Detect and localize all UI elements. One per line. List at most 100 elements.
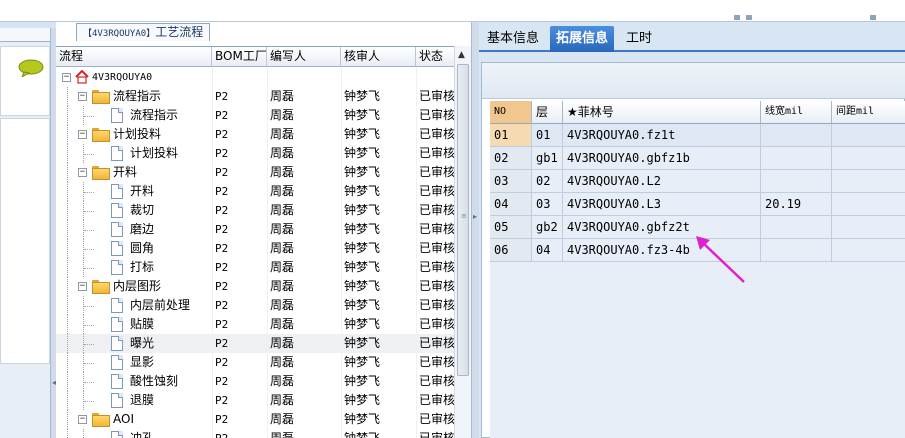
tree-row[interactable]: 显影 P2 周磊 钟梦飞 已审核 xyxy=(56,353,456,372)
scroll-up-icon[interactable]: ▲ xyxy=(458,50,465,60)
film-cell-film[interactable]: 4V3RQOUYA0.gbfz1b xyxy=(563,147,761,170)
film-cell-width[interactable] xyxy=(761,147,832,170)
film-cell-layer[interactable]: gb1 xyxy=(532,147,563,170)
collapse-icon[interactable]: − xyxy=(78,168,87,177)
film-row[interactable]: 03 02 4V3RQOUYA0.L2 xyxy=(490,170,905,193)
film-cell-no[interactable]: 03 xyxy=(490,170,532,193)
tree-row[interactable]: − 流程指示 P2 周磊 钟梦飞 已审核 xyxy=(56,87,456,106)
film-cell-no[interactable]: 04 xyxy=(490,193,532,216)
film-cell-layer[interactable]: 03 xyxy=(532,193,563,216)
collapse-icon[interactable]: − xyxy=(62,73,71,82)
collapse-icon[interactable]: − xyxy=(78,130,87,139)
tree-row[interactable]: 贴膜 P2 周磊 钟梦飞 已审核 xyxy=(56,315,456,334)
speech-bubble-icon[interactable] xyxy=(18,59,44,77)
film-cell-no[interactable]: 05 xyxy=(490,216,532,239)
tree-node-label: 裁切 xyxy=(130,203,155,217)
tree-column-header[interactable]: BOM工厂 xyxy=(212,47,267,67)
film-row[interactable]: 01 01 4V3RQOUYA0.fz1t xyxy=(490,124,905,147)
tree-cell-status: 已审核 xyxy=(419,412,456,426)
tree-row[interactable]: 圆角 P2 周磊 钟梦飞 已审核 xyxy=(56,239,456,258)
film-column-header[interactable]: 层 xyxy=(532,101,563,124)
film-cell-spacing[interactable] xyxy=(832,193,905,216)
film-row[interactable]: 05 gb2 4V3RQOUYA0.gbfz2t xyxy=(490,216,905,239)
film-column-header[interactable]: NO xyxy=(490,101,532,124)
film-cell-spacing[interactable] xyxy=(832,216,905,239)
tree-connector xyxy=(67,125,68,144)
tree-cell-status: 已审核 xyxy=(419,260,456,274)
film-cell-width[interactable] xyxy=(761,239,832,262)
tree-row[interactable]: − 内层图形 P2 周磊 钟梦飞 已审核 xyxy=(56,277,456,296)
tree-row[interactable]: 冲孔 P2周磊 钟梦飞 已审核 xyxy=(56,429,456,438)
tree-node-label: 圆角 xyxy=(130,241,155,255)
tree-column-header[interactable]: 编写人 xyxy=(267,47,341,67)
film-cell-film[interactable]: 4V3RQOUYA0.fz1t xyxy=(563,124,761,147)
tab-extended-info[interactable]: 拓展信息 xyxy=(550,26,615,52)
film-cell-spacing[interactable] xyxy=(832,239,905,262)
film-cell-width[interactable] xyxy=(761,124,832,147)
scroll-thumb[interactable]: ≡ xyxy=(457,64,469,376)
film-row[interactable]: 02 gb1 4V3RQOUYA0.gbfz1b xyxy=(490,147,905,170)
film-cell-film[interactable]: 4V3RQOUYA0.L3 xyxy=(563,193,761,216)
film-cell-layer[interactable]: gb2 xyxy=(532,216,563,239)
tree-row[interactable]: 计划投料 P2 周磊 钟梦飞 已审核 xyxy=(56,144,456,163)
film-cell-no[interactable]: 02 xyxy=(490,147,532,170)
tree-row[interactable]: − 开料 P2 周磊 钟梦飞 已审核 xyxy=(56,163,456,182)
film-cell-spacing[interactable] xyxy=(832,124,905,147)
tab-work-hours[interactable]: 工时 xyxy=(620,26,658,52)
film-column-header[interactable]: 线宽mil xyxy=(761,101,832,124)
film-cell-width[interactable]: 20.19 xyxy=(761,193,832,216)
tree-row[interactable]: 内层前处理 P2 周磊 钟梦飞 已审核 xyxy=(56,296,456,315)
film-cell-no[interactable]: 01 xyxy=(490,124,532,147)
tree-row-selected[interactable]: 曝光 P2 周磊 钟梦飞 已审核 xyxy=(56,334,456,353)
tree-root-row[interactable]: − 4V3RQOUYA0 xyxy=(56,68,456,87)
top-toolbar-strip xyxy=(0,0,905,22)
tree-row[interactable]: 裁切 P2 周磊 钟梦飞 已审核 xyxy=(56,201,456,220)
tree-cell-factory: P2 xyxy=(215,299,229,312)
tree-connector xyxy=(84,344,94,345)
tree-row[interactable]: 打标 P2 周磊 钟梦飞 已审核 xyxy=(56,258,456,277)
splitter-grip-icon[interactable]: ▸ xyxy=(473,212,477,221)
film-cell-no[interactable]: 06 xyxy=(490,239,532,262)
tree-row[interactable]: 开料 P2 周磊 钟梦飞 已审核 xyxy=(56,182,456,201)
collapse-icon[interactable]: − xyxy=(78,282,87,291)
film-cell-film[interactable]: 4V3RQOUYA0.fz3-4b xyxy=(563,239,761,262)
film-cell-width[interactable] xyxy=(761,216,832,239)
tree-row[interactable]: − AOI P2 周磊 钟梦飞 已审核 xyxy=(56,410,456,429)
collapse-icon[interactable]: − xyxy=(78,415,87,424)
film-cell-layer[interactable]: 04 xyxy=(532,239,563,262)
film-grid: NO 层 ★菲林号 线宽mil 间距mil 01 01 4V3RQOUYA0.fz1t 02 gb… xyxy=(490,101,905,438)
tree-row[interactable]: 酸性蚀刻 P2 周磊 钟梦飞 已审核 xyxy=(56,372,456,391)
process-panel-title[interactable]: 【4V3RQOUYA0】工艺流程 xyxy=(76,23,211,41)
film-column-header[interactable]: 间距mil xyxy=(832,101,905,124)
tree-column-header[interactable]: 流程 xyxy=(56,47,212,67)
film-cell-layer[interactable]: 02 xyxy=(532,170,563,193)
tree-cell-status: 已审核 xyxy=(419,127,456,141)
tree-row[interactable]: 磨边 P2 周磊 钟梦飞 已审核 xyxy=(56,220,456,239)
tree-column-header[interactable]: 状态 xyxy=(416,47,456,67)
tree-row[interactable]: − 计划投料 P2 周磊 钟梦飞 已审核 xyxy=(56,125,456,144)
tree-row[interactable]: 流程指示 P2 周磊 钟梦飞 已审核 xyxy=(56,106,456,125)
film-cell-width[interactable] xyxy=(761,170,832,193)
tree-node-label: 开料 xyxy=(113,165,138,179)
tree-row[interactable]: 退膜 P2 周磊 钟梦飞 已审核 xyxy=(56,391,456,410)
tree-cell-status: 已审核 xyxy=(419,393,456,407)
tree-node-label: 冲孔 xyxy=(130,431,155,438)
tree-column-header[interactable]: 核审人 xyxy=(341,47,416,67)
collapse-icon[interactable]: − xyxy=(78,92,87,101)
film-row[interactable]: 04 03 4V3RQOUYA0.L3 20.19 xyxy=(490,193,905,216)
detail-panel: 基本信息 拓展信息 工时 NO 层 ★菲林号 线宽mil 间距mil 01 01 4V3RQO… xyxy=(479,22,905,438)
film-cell-film[interactable]: 4V3RQOUYA0.L2 xyxy=(563,170,761,193)
film-cell-film[interactable]: 4V3RQOUYA0.gbfz2t xyxy=(563,216,761,239)
tree-cell-reviewer: 钟梦飞 xyxy=(344,260,381,274)
tree-node-label: 计划投料 xyxy=(113,127,162,141)
film-cell-spacing[interactable] xyxy=(832,147,905,170)
film-column-header[interactable]: ★菲林号 xyxy=(563,101,761,124)
message-card[interactable] xyxy=(0,46,50,116)
document-icon xyxy=(111,203,123,218)
tab-basic-info[interactable]: 基本信息 xyxy=(481,26,545,52)
film-row[interactable]: 06 04 4V3RQOUYA0.fz3-4b xyxy=(490,239,905,262)
film-cell-spacing[interactable] xyxy=(832,170,905,193)
tree-vertical-scrollbar[interactable]: ▲ ≡ xyxy=(454,46,471,438)
middle-splitter[interactable]: ▸ xyxy=(471,22,479,438)
film-cell-layer[interactable]: 01 xyxy=(532,124,563,147)
